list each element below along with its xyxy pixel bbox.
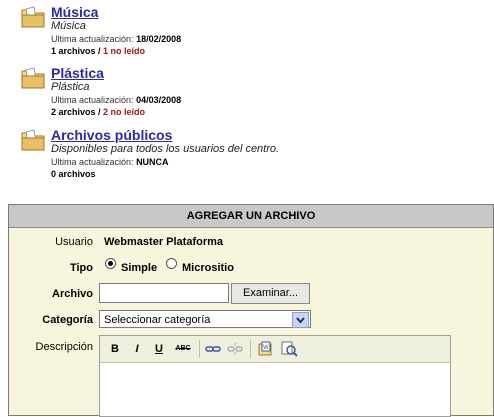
- strikethrough-button[interactable]: ABC: [172, 340, 194, 358]
- folder-title-link[interactable]: Música: [51, 5, 491, 20]
- type-micrositio-label[interactable]: Micrositio: [182, 262, 234, 274]
- folder-icon[interactable]: [20, 66, 46, 90]
- user-label: Usuario: [55, 236, 93, 248]
- description-editor[interactable]: B I U ABC W: [99, 335, 451, 417]
- italic-button[interactable]: I: [128, 340, 146, 358]
- file-label: Archivo: [52, 288, 93, 300]
- type-label: Tipo: [69, 262, 93, 274]
- folder-file-count: 0 archivos: [51, 169, 96, 179]
- folder-updated: Ultima actualización: 18/02/2008: [51, 34, 182, 44]
- underline-button[interactable]: U: [150, 340, 168, 358]
- file-path-input[interactable]: [99, 283, 229, 303]
- folder-updated: Ultima actualización: NUNCA: [51, 157, 169, 167]
- unread-count: 1 no leído: [103, 46, 146, 56]
- folder-description: Música: [51, 20, 86, 32]
- folder-icon[interactable]: [20, 128, 46, 152]
- type-simple-label[interactable]: Simple: [121, 262, 157, 274]
- category-select[interactable]: Seleccionar categoría: [99, 310, 311, 328]
- folder-description: Plástica: [51, 81, 90, 93]
- toolbar-divider: [250, 340, 251, 358]
- upload-panel: AGREGAR UN ARCHIVO Usuario Webmaster Pla…: [8, 204, 494, 417]
- unread-count: 2 no leído: [103, 107, 146, 117]
- svg-text:W: W: [263, 345, 269, 351]
- folder-title-link[interactable]: Archivos públicos: [51, 128, 491, 143]
- user-value: Webmaster Plataforma: [104, 236, 224, 248]
- editor-toolbar: B I U ABC W: [100, 336, 450, 363]
- type-micrositio-radio[interactable]: [166, 258, 177, 269]
- type-simple-radio[interactable]: [105, 258, 116, 269]
- upload-panel-header: AGREGAR UN ARCHIVO: [9, 205, 493, 228]
- chevron-down-icon[interactable]: [292, 312, 309, 328]
- folder-file-count: 1 archivos / 1 no leído: [51, 46, 146, 56]
- browse-button[interactable]: Examinar...: [231, 283, 310, 304]
- category-label: Categoría: [42, 314, 93, 326]
- preview-icon[interactable]: [280, 340, 298, 358]
- folder-file-count: 2 archivos / 2 no leído: [51, 107, 146, 117]
- insert-document-icon[interactable]: W: [256, 340, 274, 358]
- folder-updated: Ultima actualización: 04/03/2008: [51, 95, 182, 105]
- folder-title-link[interactable]: Plástica: [51, 66, 491, 81]
- folder-description: Disponibles para todos los usuarios del …: [51, 143, 280, 155]
- link-icon[interactable]: [204, 340, 222, 358]
- bold-button[interactable]: B: [106, 340, 124, 358]
- toolbar-divider: [199, 340, 200, 358]
- description-label: Descripción: [35, 341, 93, 353]
- folder-icon[interactable]: [20, 5, 46, 29]
- category-select-value: Seleccionar categoría: [104, 314, 211, 326]
- unlink-icon[interactable]: [226, 340, 244, 358]
